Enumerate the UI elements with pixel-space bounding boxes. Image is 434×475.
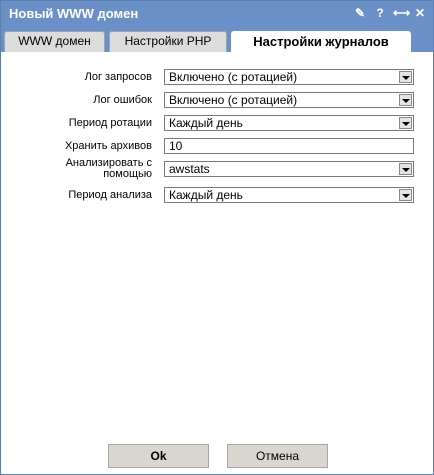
error-log-row: Лог ошибок Включено (с ротацией) [1, 92, 433, 109]
tab-bar: WWW домен Настройки PHP Настройки журнал… [1, 27, 433, 53]
dropdown-arrow-icon[interactable] [399, 189, 412, 201]
dropdown-arrow-icon[interactable] [399, 117, 412, 129]
tab-php-settings[interactable]: Настройки PHP [109, 31, 227, 52]
analyzer-value: awstats [169, 162, 210, 176]
request-log-select[interactable]: Включено (с ротацией) [164, 69, 414, 85]
error-log-value: Включено (с ротацией) [169, 93, 298, 107]
close-icon[interactable]: ✕ [413, 5, 427, 21]
request-log-label: Лог запросов [84, 71, 152, 83]
help-icon[interactable]: ? [373, 5, 387, 21]
request-log-row: Лог запросов Включено (с ротацией) [1, 69, 433, 86]
error-log-label: Лог ошибок [93, 94, 152, 106]
error-log-select[interactable]: Включено (с ротацией) [164, 92, 414, 108]
keep-archives-label: Хранить архивов [64, 140, 152, 152]
analyzer-label-line2: помощью [103, 168, 152, 180]
titlebar: Новый WWW домен ✎ ? ⟷ ✕ [1, 1, 433, 27]
analysis-period-row: Период анализа Каждый день [1, 187, 433, 204]
dialog-window: Новый WWW домен ✎ ? ⟷ ✕ WWW домен Настро… [0, 0, 434, 475]
dropdown-arrow-icon[interactable] [399, 94, 412, 106]
window-title: Новый WWW домен [9, 6, 139, 21]
rotation-period-value: Каждый день [169, 116, 243, 130]
cancel-button[interactable]: Отмена [227, 444, 328, 468]
tab-www-domain[interactable]: WWW домен [4, 31, 105, 52]
button-bar: Ok Отмена [1, 432, 433, 474]
dropdown-arrow-icon[interactable] [399, 163, 412, 175]
analyzer-row: Анализировать с помощью awstats [1, 158, 433, 180]
ok-button[interactable]: Ok [108, 444, 209, 468]
pin-icon[interactable]: ✎ [353, 5, 367, 21]
titlebar-icons: ✎ ? ⟷ ✕ [353, 5, 427, 21]
keep-archives-input[interactable]: 10 [164, 138, 414, 154]
keep-archives-row: Хранить архивов 10 [1, 138, 433, 155]
rotation-period-row: Период ротации Каждый день [1, 115, 433, 132]
analysis-period-label: Период анализа [68, 189, 152, 201]
form-panel: Лог запросов Включено (с ротацией) Лог о… [1, 52, 433, 432]
dropdown-arrow-icon[interactable] [399, 71, 412, 83]
tab-log-settings[interactable]: Настройки журналов [231, 31, 411, 53]
request-log-value: Включено (с ротацией) [169, 70, 298, 84]
rotation-period-label: Период ротации [68, 117, 152, 129]
collapse-icon[interactable]: ⟷ [393, 5, 410, 21]
analyzer-label: Анализировать с помощью [66, 158, 152, 180]
analysis-period-value: Каждый день [169, 188, 243, 202]
analyzer-select[interactable]: awstats [164, 161, 414, 177]
analysis-period-select[interactable]: Каждый день [164, 187, 414, 203]
rotation-period-select[interactable]: Каждый день [164, 115, 414, 131]
